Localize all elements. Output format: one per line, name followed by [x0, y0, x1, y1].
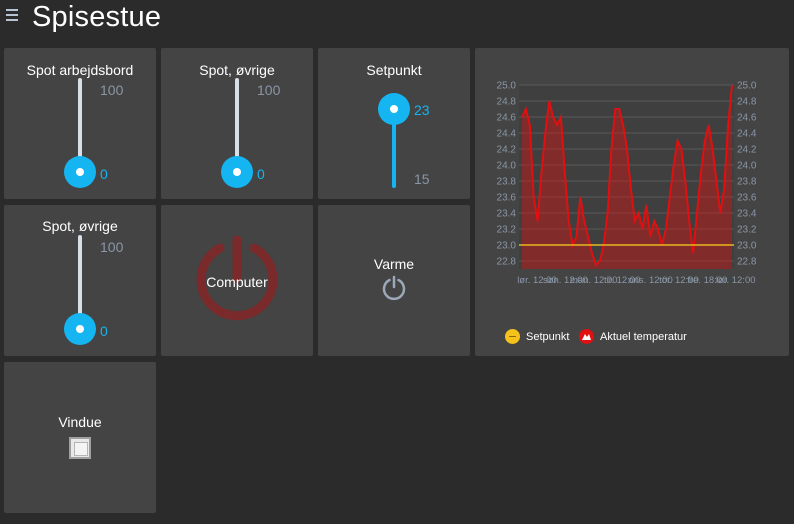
chart-y-tick-label-left: 24.0: [497, 161, 517, 172]
tile-vindue: Vindue: [4, 362, 156, 513]
chart-y-tick-label-right: 22.8: [737, 257, 757, 268]
tile-spot-ovrige-2: Spot, øvrige 100 0: [4, 205, 156, 356]
chart-y-tick-label-right: 24.6: [737, 113, 757, 124]
tile-label: Computer: [206, 274, 268, 290]
chart-y-tick-label-right: 24.0: [737, 161, 757, 172]
chart-y-tick-label-left: 22.8: [497, 257, 517, 268]
chart-y-tick-label-right: 23.0: [737, 241, 757, 252]
hamburger-menu-icon[interactable]: [6, 9, 18, 23]
slider-current-value: 0: [100, 323, 108, 339]
tile-label: Vindue: [58, 414, 102, 430]
chart-y-tick-label-right: 24.2: [737, 145, 757, 156]
dimmer-slider-knob[interactable]: [64, 313, 96, 345]
chart-y-tick-label-right: 23.4: [737, 209, 757, 220]
tile-label: Setpunkt: [366, 62, 422, 78]
slider-max-value: 100: [100, 82, 124, 98]
temperature-legend-icon: [579, 329, 594, 344]
temperature-chart-tile: 25.0 25.0 24.8 24.8 24.6 24.6 24.4 24.4 24.2 24.2…: [475, 48, 789, 356]
chart-y-tick-label-left: 24.8: [497, 97, 517, 108]
tile-setpunkt: Setpunkt 23 15: [318, 48, 470, 199]
chart-y-tick-label-right: 24.8: [737, 97, 757, 108]
page-title: Spisestue: [32, 1, 162, 33]
chart-y-tick-label-right: 23.6: [737, 193, 757, 204]
setpoint-min-value: 15: [414, 171, 430, 187]
chart-y-tick-label-left: 25.0: [497, 81, 517, 92]
dimmer-slider-knob[interactable]: [221, 156, 253, 188]
tile-label: Spot, øvrige: [199, 62, 275, 78]
legend-aktuel-temperatur[interactable]: Aktuel temperatur: [579, 329, 687, 344]
slider-max-value: 100: [257, 82, 281, 98]
chart-y-tick-label-left: 23.4: [497, 209, 517, 220]
legend-label: Setpunkt: [526, 330, 570, 343]
chart-y-tick-label-left: 23.2: [497, 225, 517, 236]
chart-y-tick-label-left: 24.6: [497, 113, 517, 124]
tile-computer[interactable]: Computer: [161, 205, 313, 356]
header: Spisestue: [0, 0, 794, 38]
chart-y-tick-label-left: 24.4: [497, 129, 517, 140]
legend-setpunkt[interactable]: Setpunkt: [505, 329, 569, 344]
slider-current-value: 0: [100, 166, 108, 182]
slider-current-value: 0: [257, 166, 265, 182]
tile-label: Spot arbejdsbord: [26, 62, 134, 78]
legend-label: Aktuel temperatur: [600, 330, 687, 343]
chart-y-tick-label-left: 24.2: [497, 145, 517, 156]
setpoint-legend-icon: [505, 329, 520, 344]
chart-y-tick-label-left: 23.6: [497, 193, 517, 204]
tile-varme[interactable]: Varme: [318, 205, 470, 356]
chart-x-tick-label: lør. 12:00: [716, 275, 756, 286]
tile-spot-arbejdsbord: Spot arbejdsbord 100 0: [4, 48, 156, 199]
tile-label: Varme: [373, 256, 415, 272]
chart-y-tick-label-left: 23.8: [497, 177, 517, 188]
vindue-checkbox[interactable]: [69, 437, 91, 459]
chart-y-tick-label-left: 23.0: [497, 241, 517, 252]
tile-label: Spot, øvrige: [42, 218, 118, 234]
chart-y-tick-label-right: 25.0: [737, 81, 757, 92]
chart-y-tick-label-right: 24.4: [737, 129, 757, 140]
chart-y-tick-label-right: 23.8: [737, 177, 757, 188]
slider-max-value: 100: [100, 239, 124, 255]
tile-spot-ovrige: Spot, øvrige 100 0: [161, 48, 313, 199]
temperature-chart: 25.0 25.0 24.8 24.8 24.6 24.6 24.4 24.4 24.2 24.2…: [497, 81, 757, 287]
chart-y-tick-label-right: 23.2: [737, 225, 757, 236]
setpoint-current-value: 23: [414, 102, 430, 118]
dimmer-slider-knob[interactable]: [64, 156, 96, 188]
setpoint-slider-knob[interactable]: [378, 93, 410, 125]
power-icon[interactable]: [381, 275, 407, 301]
